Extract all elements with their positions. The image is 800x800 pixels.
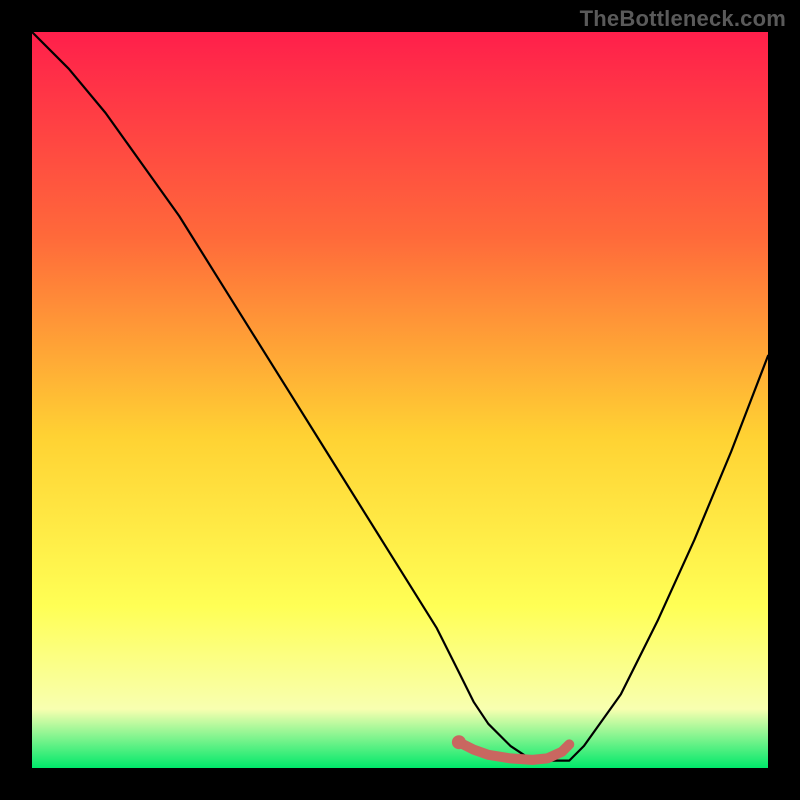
plot-area — [32, 32, 768, 768]
chart-frame: TheBottleneck.com — [0, 0, 800, 800]
chart-svg — [32, 32, 768, 768]
sweet-spot-start-dot — [452, 735, 466, 749]
watermark-label: TheBottleneck.com — [580, 6, 786, 32]
gradient-background — [32, 32, 768, 768]
